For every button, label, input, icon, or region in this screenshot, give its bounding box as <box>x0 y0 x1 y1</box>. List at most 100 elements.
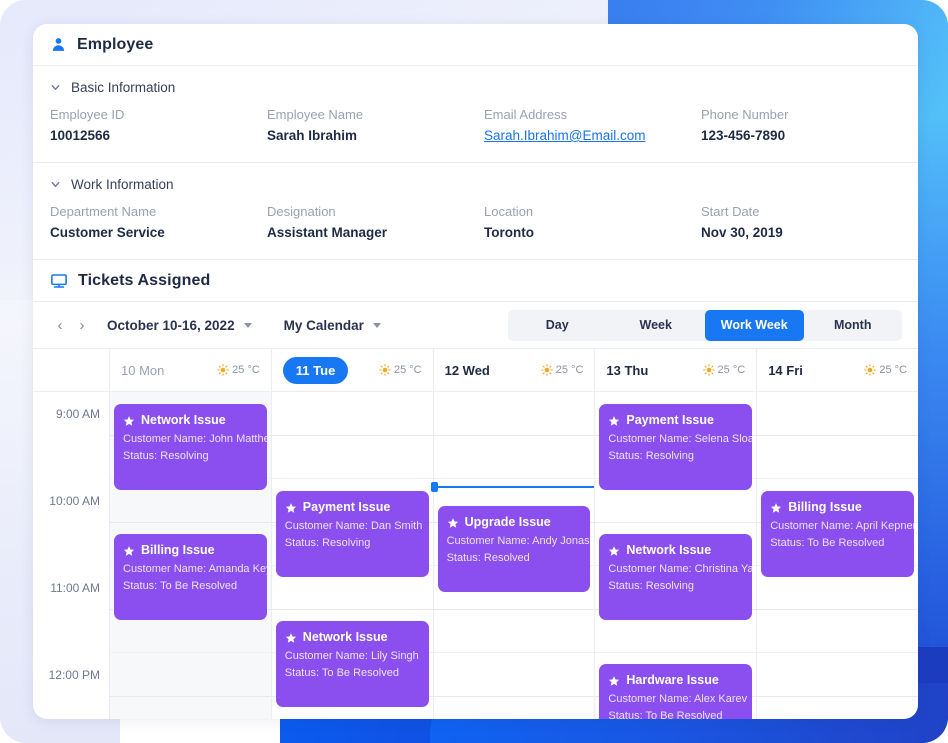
event-card[interactable]: Network Issue Customer Name: John Matthe… <box>114 404 267 490</box>
page-root: Employee Basic Information Employee ID 1… <box>0 0 948 743</box>
tab-work-week[interactable]: Work Week <box>705 309 804 341</box>
event-card[interactable]: Payment Issue Customer Name: Dan Smith S… <box>275 491 429 577</box>
tickets-section-header: Tickets Assigned <box>33 260 918 302</box>
event-title-row: Payment Issue <box>285 499 420 516</box>
work-information-toggle[interactable]: Work Information <box>33 175 918 194</box>
day-header-11-tue[interactable]: 11 Tue 25 °C <box>272 349 434 391</box>
weather-badge: 25 °C <box>379 364 422 376</box>
event-status: Status: Resolving <box>608 580 694 592</box>
event-title-row: Network Issue <box>123 412 258 429</box>
day-column-11-tue[interactable]: Payment Issue Customer Name: Dan Smith S… <box>271 392 434 719</box>
time-label: 11:00 AM <box>50 581 100 595</box>
star-icon <box>771 502 782 513</box>
field-designation: Designation Assistant Manager <box>267 202 484 243</box>
calendar-day-headers: 10 Mon 25 °C 11 Tue 25 °C 12 Wed 25 °C 1… <box>33 349 918 392</box>
event-customer: Customer Name: Dan Smith <box>284 520 423 532</box>
event-title-row: Payment Issue <box>608 412 743 429</box>
prev-period-button[interactable]: ‹ <box>49 314 71 336</box>
event-title-row: Billing Issue <box>123 542 258 559</box>
temperature-label: 25 °C <box>232 364 260 376</box>
event-title: Payment Issue <box>302 500 391 514</box>
tab-week[interactable]: Week <box>607 310 706 341</box>
event-title-row: Network Issue <box>608 542 743 559</box>
field-department-name: Department Name Customer Service <box>50 202 267 243</box>
event-title-row: Upgrade Issue <box>447 514 582 531</box>
calendar-toolbar: ‹ › October 10-16, 2022 My Calendar Day … <box>33 302 918 349</box>
event-card[interactable]: Payment Issue Customer Name: Selena Sloa… <box>599 404 753 490</box>
day-column-10-mon[interactable]: Network Issue Customer Name: John Matthe… <box>110 392 272 719</box>
event-title: Payment Issue <box>626 413 714 427</box>
day-column-13-thu[interactable]: Payment Issue Customer Name: Selena Sloa… <box>595 392 758 719</box>
chevron-down-icon <box>372 322 381 328</box>
temperature-label: 25 °C <box>879 364 907 376</box>
field-email-address: Email Address Sarah.Ibrahim@Email.com <box>484 105 701 146</box>
temperature-label: 25 °C <box>555 364 584 376</box>
day-header-10-mon[interactable]: 10 Mon 25 °C <box>110 349 272 391</box>
event-customer: Customer Name: Lily Singh <box>284 650 419 662</box>
field-label: Email Address <box>484 107 568 122</box>
event-customer: Customer Name: John Matthew <box>123 433 267 445</box>
event-card[interactable]: Network Issue Customer Name: Christina Y… <box>599 534 753 620</box>
star-icon <box>609 675 620 686</box>
employee-card: Employee Basic Information Employee ID 1… <box>33 24 918 719</box>
employee-section-title: Employee <box>77 35 154 53</box>
field-label: Phone Number <box>701 107 789 122</box>
event-customer: Customer Name: Alex Karev <box>608 693 748 705</box>
event-status: Status: To Be Resolved <box>770 537 885 549</box>
sun-icon <box>702 364 715 376</box>
event-card[interactable]: Network Issue Customer Name: Lily Singh … <box>275 621 429 707</box>
event-card[interactable]: Hardware Issue Customer Name: Alex Karev… <box>599 664 753 719</box>
day-label: 14 Fri <box>768 362 803 378</box>
field-value: 123-456-7890 <box>701 128 786 143</box>
next-period-button[interactable]: › <box>71 314 93 336</box>
day-header-12-wed[interactable]: 12 Wed 25 °C <box>434 349 596 391</box>
day-header-13-thu[interactable]: 13 Thu 25 °C <box>595 349 758 391</box>
event-customer: Customer Name: Andy Jonas <box>446 535 590 547</box>
work-information-block: Work Information Department Name Custome… <box>33 163 918 260</box>
day-header-14-fri[interactable]: 14 Fri 25 °C <box>757 349 918 391</box>
field-value: Toronto <box>484 225 534 240</box>
field-employee-name: Employee Name Sarah Ibrahim <box>267 105 484 146</box>
star-icon <box>609 545 620 556</box>
weather-badge: 25 °C <box>864 364 907 376</box>
event-title: Upgrade Issue <box>464 515 551 529</box>
calendar: 10 Mon 25 °C 11 Tue 25 °C 12 Wed 25 °C 1… <box>33 349 918 719</box>
event-card[interactable]: Billing Issue Customer Name: Amanda Keys… <box>114 534 267 620</box>
time-label: 10:00 AM <box>49 494 100 508</box>
calendar-select-dropdown[interactable]: My Calendar <box>284 318 381 333</box>
field-value: Customer Service <box>50 225 165 240</box>
event-title: Network Issue <box>302 630 388 644</box>
event-card[interactable]: Billing Issue Customer Name: April Kepne… <box>761 491 914 577</box>
time-gutter-header <box>33 349 110 391</box>
event-customer: Customer Name: April Kepner <box>770 520 914 532</box>
event-title-row: Billing Issue <box>770 499 905 516</box>
event-status: Status: To Be Resolved <box>284 667 399 679</box>
chevron-down-icon <box>243 322 252 328</box>
event-title: Network Issue <box>141 413 226 427</box>
star-icon <box>609 415 620 426</box>
date-range-dropdown[interactable]: October 10-16, 2022 <box>107 318 252 333</box>
field-location: Location Toronto <box>484 202 701 243</box>
tab-day[interactable]: Day <box>508 310 607 341</box>
basic-information-toggle[interactable]: Basic Information <box>33 78 918 97</box>
field-start-date: Start Date Nov 30, 2019 <box>701 202 901 243</box>
email-link[interactable]: Sarah.Ibrahim@Email.com <box>484 126 701 146</box>
star-icon <box>447 517 458 528</box>
temperature-label: 25 °C <box>717 364 746 376</box>
tab-month[interactable]: Month <box>804 310 903 341</box>
sun-icon <box>864 364 877 376</box>
temperature-label: 25 °C <box>393 364 422 376</box>
calendar-body: 9:00 AM 10:00 AM 11:00 AM 12:00 PM Netwo… <box>33 392 918 719</box>
event-status: Status: Resolved <box>446 552 530 564</box>
event-customer: Customer Name: Selena Sloan <box>608 433 753 445</box>
field-value: Assistant Manager <box>267 225 388 240</box>
field-label: Designation <box>267 204 336 219</box>
weather-badge: 25 °C <box>217 364 260 376</box>
work-information-label: Work Information <box>71 177 174 192</box>
event-title: Hardware Issue <box>626 673 719 687</box>
day-label: 12 Wed <box>444 362 490 378</box>
event-card[interactable]: Upgrade Issue Customer Name: Andy Jonas … <box>437 506 591 592</box>
event-title: Network Issue <box>626 543 712 557</box>
day-column-14-fri[interactable]: Billing Issue Customer Name: April Kepne… <box>757 392 918 719</box>
day-column-12-wed[interactable]: Upgrade Issue Customer Name: Andy Jonas … <box>430 392 596 719</box>
